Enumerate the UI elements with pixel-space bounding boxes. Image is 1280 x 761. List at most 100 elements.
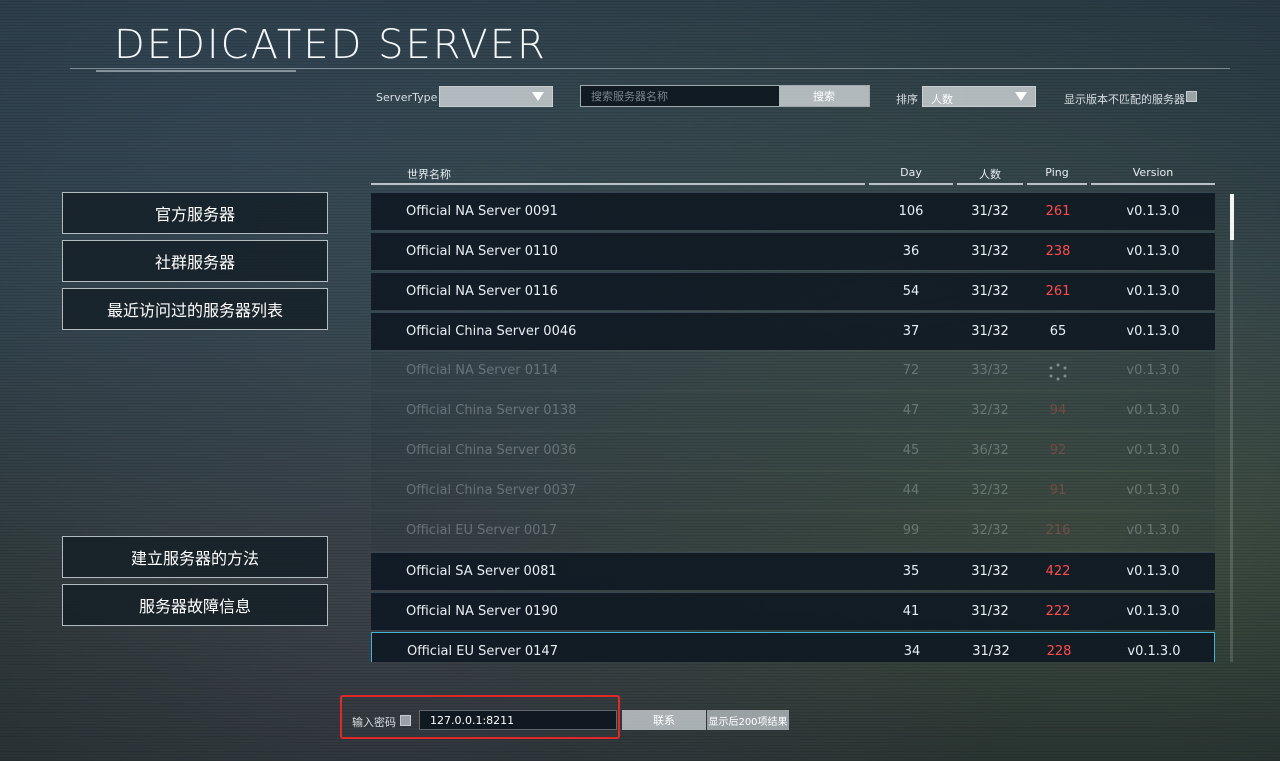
column-header-ping[interactable]: Ping [1027,163,1087,185]
table-row[interactable]: Official NA Server 0110 36 31/32 238 v0.… [371,232,1215,270]
sidebar-item-label: 最近访问过的服务器列表 [106,301,283,320]
server-players: 33/32 [971,363,1009,378]
server-version: v0.1.3.0 [1126,564,1180,579]
server-day: 41 [902,604,920,619]
server-ping: 216 [1045,523,1071,538]
server-ping: 238 [1045,244,1071,259]
search-input[interactable] [581,86,779,106]
sort-value: 人数 [931,93,953,106]
show-more-button[interactable]: 显示后200项结果 [707,710,789,730]
server-ping: 94 [1049,403,1067,418]
table-row[interactable]: Official China Server 0037 44 32/32 91 v… [371,472,1215,510]
server-name: Official NA Server 0091 [406,204,558,219]
server-name: Official NA Server 0110 [406,244,558,259]
column-header-world-name[interactable]: 世界名称 [371,163,865,185]
server-name: Official China Server 0036 [406,443,577,458]
server-players: 31/32 [971,564,1009,579]
server-players: 36/32 [971,443,1009,458]
sidebar-item-label: 社群服务器 [154,253,235,272]
server-ping: 228 [1046,644,1072,659]
title-accent-line [96,66,296,72]
server-type-label: ServerType [376,91,438,104]
loading-spinner-icon [1027,363,1089,385]
server-day: 34 [903,644,921,659]
chevron-down-icon [532,92,544,101]
server-players: 31/32 [971,244,1009,259]
server-players: 32/32 [971,403,1009,418]
server-players: 31/32 [971,324,1009,339]
server-version: v0.1.3.0 [1126,483,1180,498]
server-list[interactable]: Official NA Server 0091 106 31/32 261 v0… [371,192,1215,662]
server-version: v0.1.3.0 [1126,204,1180,219]
server-day: 54 [902,284,920,299]
server-players: 32/32 [971,483,1009,498]
server-version: v0.1.3.0 [1126,244,1180,259]
sidebar-item-community-servers[interactable]: 社群服务器 [62,240,328,282]
scrollbar-thumb[interactable] [1230,194,1234,240]
server-name: Official NA Server 0114 [406,363,558,378]
sidebar-item-label: 服务器故障信息 [138,597,251,616]
sort-label: 排序 [896,93,918,106]
server-version: v0.1.3.0 [1126,363,1180,378]
connect-button[interactable]: 联系 [622,710,706,730]
server-version: v0.1.3.0 [1126,403,1180,418]
server-players: 31/32 [971,204,1009,219]
server-version: v0.1.3.0 [1126,324,1180,339]
server-version: v0.1.3.0 [1126,284,1180,299]
chevron-down-icon [1015,92,1027,101]
server-ping: 91 [1049,483,1067,498]
search-box: 搜索 [580,85,870,107]
server-name: Official China Server 0138 [406,403,577,418]
table-header: 世界名称 Day 人数 Ping Version [371,163,1215,185]
table-row-selected[interactable]: Official EU Server 0147 34 31/32 228 v0.… [371,632,1215,662]
server-day: 106 [898,204,924,219]
server-version: v0.1.3.0 [1126,523,1180,538]
server-players: 32/32 [971,523,1009,538]
server-players: 31/32 [972,644,1010,659]
server-ping: 222 [1045,604,1071,619]
column-header-players[interactable]: 人数 [957,163,1023,185]
table-row[interactable]: Official China Server 0036 45 36/32 92 v… [371,432,1215,470]
table-row[interactable]: Official NA Server 0114 72 33/32 v0.1.3.… [371,352,1215,390]
server-name: Official EU Server 0017 [406,523,557,538]
server-name: Official NA Server 0116 [406,284,558,299]
server-day: 99 [902,523,920,538]
sidebar-item-recent-servers[interactable]: 最近访问过的服务器列表 [62,288,328,330]
sidebar-item-label: 建立服务器的方法 [130,549,259,568]
show-mismatch-checkbox[interactable] [1186,91,1197,102]
table-row[interactable]: Official NA Server 0091 106 31/32 261 v0… [371,192,1215,230]
column-header-version[interactable]: Version [1091,163,1215,185]
server-type-select[interactable] [439,86,553,107]
server-name: Official NA Server 0190 [406,604,558,619]
scrollbar-track[interactable] [1230,194,1233,662]
server-day: 45 [902,443,920,458]
server-day: 35 [902,564,920,579]
highlight-box [340,695,620,739]
server-name: Official China Server 0037 [406,483,577,498]
column-header-day[interactable]: Day [869,163,953,185]
server-day: 36 [902,244,920,259]
table-row[interactable]: Official NA Server 0116 54 31/32 261 v0.… [371,272,1215,310]
show-mismatch-label: 显示版本不匹配的服务器 [1064,93,1185,106]
search-button[interactable]: 搜索 [779,86,869,106]
server-name: Official EU Server 0147 [407,644,558,659]
server-name: Official China Server 0046 [406,324,577,339]
table-row[interactable]: Official China Server 0138 47 32/32 94 v… [371,392,1215,430]
server-day: 44 [902,483,920,498]
server-ping: 92 [1049,443,1067,458]
sidebar-item-how-to-host[interactable]: 建立服务器的方法 [62,536,328,578]
server-day: 37 [902,324,920,339]
table-row[interactable]: Official EU Server 0017 99 32/32 216 v0.… [371,512,1215,550]
table-row[interactable]: Official NA Server 0190 41 31/32 222 v0.… [371,592,1215,630]
server-ping: 261 [1045,284,1071,299]
server-ping: 261 [1045,204,1071,219]
server-version: v0.1.3.0 [1126,443,1180,458]
sort-select[interactable]: 人数 [922,86,1036,107]
connect-bar: 输入密码 联系 显示后200项结果 [0,708,1280,732]
sidebar-item-server-issues[interactable]: 服务器故障信息 [62,584,328,626]
sidebar-item-official-servers[interactable]: 官方服务器 [62,192,328,234]
server-ping: 422 [1045,564,1071,579]
table-row[interactable]: Official China Server 0046 37 31/32 65 v… [371,312,1215,350]
server-version: v0.1.3.0 [1127,644,1181,659]
table-row[interactable]: Official SA Server 0081 35 31/32 422 v0.… [371,552,1215,590]
